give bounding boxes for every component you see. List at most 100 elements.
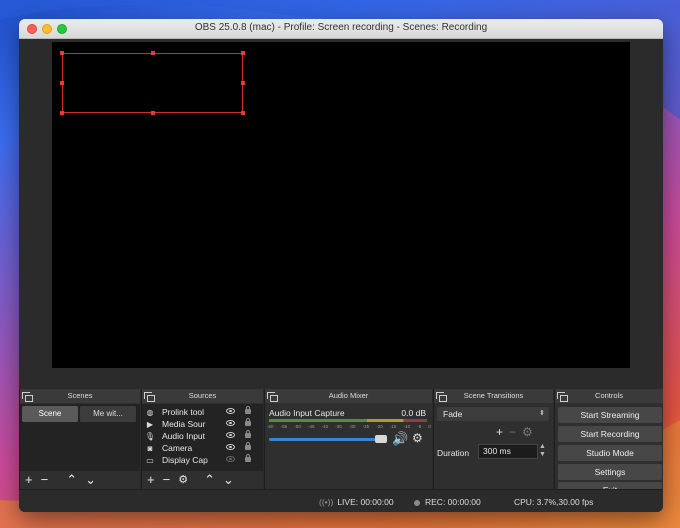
start-recording-button[interactable]: Start Recording [558,426,662,442]
volume-slider-track[interactable] [269,438,387,441]
undock-icon[interactable] [436,392,447,402]
undock-icon[interactable] [557,392,568,402]
undock-icon[interactable] [267,392,278,402]
source-item[interactable]: 🎙 Audio Input [144,430,261,442]
source-label: Media Sour [162,419,206,429]
move-scene-up-button[interactable]: ⌃ [66,471,77,489]
meter-tick: -5 [417,424,422,429]
sources-dock-title: Sources [188,391,217,400]
visibility-eye-icon[interactable] [226,420,235,426]
sources-toolbar: + − ⚙ ⌃ ⌄ [142,471,263,489]
resize-handle-bottom[interactable] [151,111,155,115]
meter-tick: -45 [307,424,315,429]
scene-transitions-dock: Scene Transitions Fade ⬍ + − ⚙ Duration … [433,389,553,489]
camera-icon: ◙ [147,443,153,453]
resize-handle-left[interactable] [60,81,64,85]
lock-icon[interactable] [245,418,251,426]
volume-slider-handle[interactable] [375,435,387,443]
volume-meter-scale: -60 -55 -50 -45 -40 -35 -30 -25 -20 -15 … [267,424,431,429]
title-bar: OBS 25.0.8 (mac) - Profile: Screen recor… [19,19,663,39]
monitor-icon: ▭ [146,455,154,465]
rec-status: REC: 00:00:00 [414,497,481,507]
resize-handle-right[interactable] [241,81,245,85]
source-item[interactable]: ◙ Camera [144,442,261,454]
scenes-toolbar: + − ⌃ ⌄ [20,471,140,489]
visibility-eye-icon[interactable] [226,432,235,438]
scene-transitions-dock-title: Scene Transitions [463,391,524,400]
meter-tick: -25 [362,424,370,429]
move-source-up-button[interactable]: ⌃ [204,471,215,489]
studio-mode-button[interactable]: Studio Mode [558,445,662,461]
lock-icon[interactable] [245,430,251,438]
preview-canvas[interactable] [52,42,630,368]
audio-mixer-dock: Audio Mixer Audio Input Capture 0.0 dB -… [264,389,432,489]
window-title: OBS 25.0.8 (mac) - Profile: Screen recor… [194,22,488,33]
undock-icon[interactable] [144,392,155,402]
controls-dock-title: Controls [595,391,623,400]
settings-button[interactable]: Settings [558,464,662,480]
source-label: Prolink tool [162,407,205,417]
audio-mixer-dock-header: Audio Mixer [265,389,432,403]
sources-dock-header: Sources [142,389,263,403]
microphone-icon: 🎙 [144,431,156,441]
globe-icon: ◍ [146,407,154,417]
source-item[interactable]: ▶ Media Sour [144,418,261,430]
scene-transitions-dock-header: Scene Transitions [434,389,553,403]
meter-tick: -55 [280,424,288,429]
select-chevron-icon: ⬍ [539,410,545,417]
meter-tick: -35 [335,424,342,429]
add-transition-button[interactable]: + [496,425,503,439]
source-label: Display Cap [162,455,208,465]
source-properties-gear-icon[interactable]: ⚙ [178,471,188,489]
resize-handle-top-left[interactable] [60,51,64,55]
duration-stepper[interactable]: ▲ ▼ [539,443,546,459]
play-icon: ▶ [146,419,154,429]
source-item[interactable]: ▭ Display Cap [144,454,261,466]
visibility-eye-hidden-icon[interactable] [226,456,235,462]
duration-input[interactable]: 300 ms [478,444,538,459]
add-source-button[interactable]: + [147,471,155,489]
duration-label: Duration [437,448,470,458]
speaker-mute-icon[interactable]: 🔊 [392,431,408,447]
controls-body: Start Streaming Start Recording Studio M… [555,404,663,498]
meter-tick: -50 [294,424,301,429]
move-source-down-button[interactable]: ⌄ [223,471,234,489]
controls-dock-header: Controls [555,389,663,403]
lock-icon[interactable] [245,442,251,450]
preview-area [19,40,663,388]
status-bar: ((•)) LIVE: 00:00:00 REC: 00:00:00 CPU: 3… [19,489,663,512]
add-scene-button[interactable]: + [25,471,33,489]
visibility-eye-icon[interactable] [226,408,235,414]
move-scene-down-button[interactable]: ⌄ [85,471,96,489]
record-dot-icon [414,499,420,506]
lock-icon[interactable] [245,406,251,414]
meter-tick: -10 [403,424,411,429]
remove-source-button[interactable]: − [163,471,171,489]
undock-icon[interactable] [22,392,33,402]
scene-item[interactable]: Me wit... [80,406,136,422]
remove-scene-button[interactable]: − [41,471,49,489]
transition-type-select[interactable]: Fade ⬍ [437,407,549,421]
audio-mixer-body: Audio Input Capture 0.0 dB -60 -55 -50 -… [265,404,432,489]
resize-handle-top-right[interactable] [241,51,245,55]
source-label: Camera [162,443,193,453]
dock-row: Scenes Scene Me wit... + − ⌃ ⌄ Sources ◍… [19,389,663,498]
meter-tick: -15 [389,424,397,429]
scene-item[interactable]: Scene [22,406,78,422]
audio-channel-name: Audio Input Capture [269,408,345,418]
transition-settings-gear-icon[interactable]: ⚙ [522,425,533,439]
obs-window: OBS 25.0.8 (mac) - Profile: Screen recor… [19,19,663,512]
visibility-eye-icon[interactable] [226,444,235,450]
transition-selected-value: Fade [443,409,463,419]
start-streaming-button[interactable]: Start Streaming [558,407,662,423]
scene-transitions-body: Fade ⬍ + − ⚙ Duration 300 ms ▲ ▼ [434,404,553,489]
resize-handle-bottom-right[interactable] [241,111,245,115]
resize-handle-bottom-left[interactable] [60,111,64,115]
audio-settings-gear-icon[interactable]: ⚙ [412,431,423,445]
resize-handle-top[interactable] [151,51,155,55]
meter-tick: -60 [267,424,274,429]
remove-transition-button[interactable]: − [509,425,516,439]
source-selection-box[interactable] [60,51,245,115]
source-item[interactable]: ◍ Prolink tool [144,406,261,418]
lock-icon[interactable] [245,454,251,462]
